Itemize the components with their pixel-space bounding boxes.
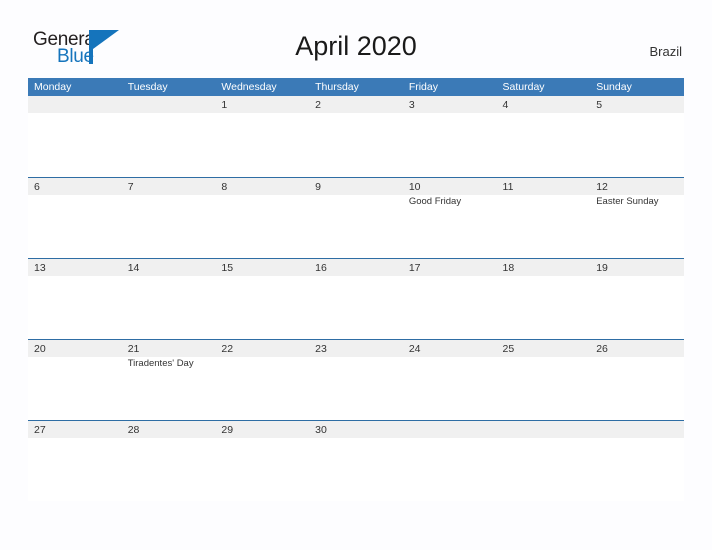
day-cell[interactable]: 16	[309, 259, 403, 339]
day-number: 30	[315, 424, 327, 436]
day-cell[interactable]: 18	[497, 259, 591, 339]
day-cell[interactable]: 12 Easter Sunday	[590, 178, 684, 258]
day-cell[interactable]: 2	[309, 96, 403, 176]
day-cell[interactable]: 22	[215, 340, 309, 420]
day-number: 13	[34, 262, 46, 274]
page-header: General Blue April 2020 Brazil	[0, 0, 712, 78]
day-number: 3	[408, 99, 415, 111]
holiday-label: Good Friday	[408, 196, 462, 207]
day-cell[interactable]: 14	[122, 259, 216, 339]
calendar-week-row: 13 14 15 16 17 18 19	[28, 258, 684, 339]
day-number: 1	[221, 99, 228, 111]
day-number: 26	[596, 343, 608, 355]
day-cell-empty	[122, 96, 216, 176]
day-number: 8	[221, 181, 228, 193]
day-cell[interactable]: 17	[403, 259, 497, 339]
day-number: 19	[596, 262, 608, 274]
weekday-header-row: Monday Tuesday Wednesday Thursday Friday…	[28, 78, 684, 96]
day-cell[interactable]: 13	[28, 259, 122, 339]
day-number: 12	[596, 181, 608, 193]
day-number: 18	[502, 262, 515, 274]
day-number: 17	[408, 262, 421, 274]
day-cell[interactable]: 20	[28, 340, 122, 420]
day-number: 2	[315, 99, 321, 111]
calendar-week-row: 6 7 8 9 10 Good Friday 11 12 Easter Sunday	[28, 177, 684, 258]
weekday-header-monday: Monday	[34, 81, 72, 93]
week-cells: 1 2 3 4 5	[28, 96, 684, 176]
day-number: 22	[221, 343, 234, 355]
day-number: 14	[127, 262, 140, 274]
holiday-label: Tiradentes' Day	[127, 358, 194, 369]
week-cells: 20 21 Tiradentes' Day 22 23 24 25 26	[28, 340, 684, 420]
day-number: 7	[127, 181, 134, 193]
day-cell[interactable]: 28	[122, 421, 216, 501]
week-cells: 6 7 8 9 10 Good Friday 11 12 Easter Sunday	[28, 178, 684, 258]
day-number: 11	[502, 181, 514, 193]
week-cells: 27 28 29 30	[28, 421, 684, 501]
day-cell[interactable]: 21 Tiradentes' Day	[122, 340, 216, 420]
calendar-week-row: 20 21 Tiradentes' Day 22 23 24 25 26	[28, 339, 684, 420]
day-cell[interactable]: 7	[122, 178, 216, 258]
day-number: 16	[315, 262, 327, 274]
day-number: 21	[127, 343, 140, 355]
day-cell[interactable]: 1	[215, 96, 309, 176]
day-cell[interactable]: 19	[590, 259, 684, 339]
day-cell[interactable]: 29	[215, 421, 309, 501]
day-cell[interactable]: 9	[309, 178, 403, 258]
day-cell[interactable]: 24	[403, 340, 497, 420]
day-cell[interactable]: 27	[28, 421, 122, 501]
day-cell[interactable]: 5	[590, 96, 684, 176]
day-cell[interactable]: 23	[309, 340, 403, 420]
day-cell[interactable]: 6	[28, 178, 122, 258]
day-cell[interactable]: 4	[497, 96, 591, 176]
day-number: 10	[408, 181, 421, 193]
day-cell[interactable]: 11	[497, 178, 591, 258]
weekday-header-wednesday: Wednesday	[221, 81, 277, 93]
week-cells: 13 14 15 16 17 18 19	[28, 259, 684, 339]
day-number: 5	[596, 99, 603, 111]
calendar-week-row: 27 28 29 30	[28, 420, 684, 501]
holiday-label: Easter Sunday	[596, 196, 659, 207]
day-number: 9	[315, 181, 321, 193]
day-number: 4	[502, 99, 509, 111]
day-number: 27	[34, 424, 46, 436]
day-number: 6	[34, 181, 40, 193]
day-cell[interactable]: 30	[309, 421, 403, 501]
weekday-header-sunday: Sunday	[596, 81, 632, 93]
day-cell-empty	[590, 421, 684, 501]
day-cell-empty	[28, 96, 122, 176]
day-number: 29	[221, 424, 234, 436]
day-number: 24	[408, 343, 421, 355]
day-cell[interactable]: 3	[403, 96, 497, 176]
day-cell[interactable]: 8	[215, 178, 309, 258]
day-number: 20	[34, 343, 46, 355]
day-cell[interactable]: 26	[590, 340, 684, 420]
calendar-week-row: 1 2 3 4 5	[28, 96, 684, 177]
calendar-weeks: 1 2 3 4 5 6 7 8 9 10 Good Friday 11 12 Easter Sunday 1…	[28, 96, 684, 501]
day-number: 15	[221, 262, 234, 274]
country-label: Brazil	[649, 44, 682, 59]
weekday-header-friday: Friday	[408, 81, 438, 93]
calendar-page: General Blue April 2020 Brazil Monday Tu…	[0, 0, 712, 550]
day-cell[interactable]: 25	[497, 340, 591, 420]
weekday-header-thursday: Thursday	[315, 81, 359, 93]
day-number: 25	[502, 343, 515, 355]
day-number: 23	[315, 343, 327, 355]
weekday-header-tuesday: Tuesday	[127, 81, 168, 93]
day-cell[interactable]: 10 Good Friday	[403, 178, 497, 258]
calendar-grid: Monday Tuesday Wednesday Thursday Friday…	[28, 78, 684, 501]
day-cell[interactable]: 15	[215, 259, 309, 339]
weekday-header-saturday: Saturday	[502, 81, 545, 93]
day-number: 28	[127, 424, 140, 436]
day-cell-empty	[497, 421, 591, 501]
page-title: April 2020	[295, 31, 417, 61]
day-cell-empty	[403, 421, 497, 501]
